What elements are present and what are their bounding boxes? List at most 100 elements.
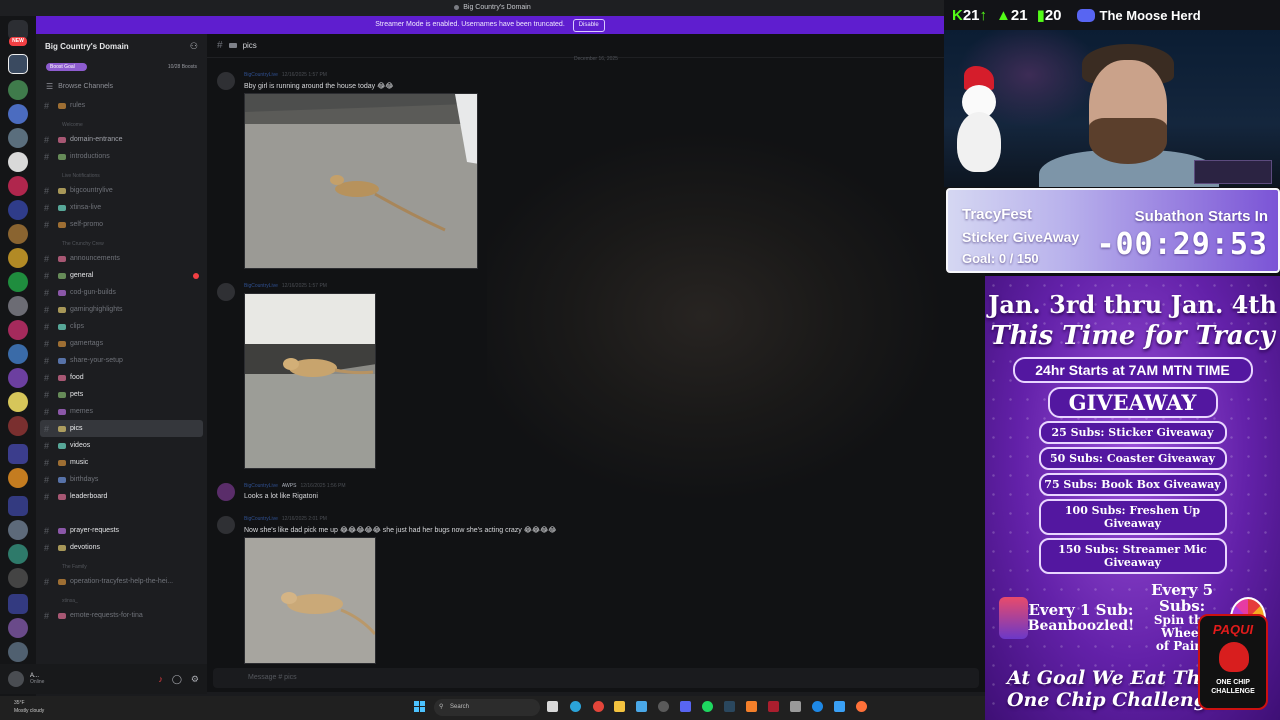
channel-item[interactable]: # xtinsa-live [36, 199, 207, 216]
server-icon[interactable] [8, 176, 28, 196]
server-icon[interactable] [8, 272, 28, 292]
weather-desc: Mostly cloudy [14, 708, 45, 714]
avatar[interactable] [217, 516, 235, 534]
start-windows-icon[interactable] [414, 701, 426, 713]
channel-category[interactable]: xtinsa_ [36, 595, 207, 607]
list-icon: ☰ [46, 82, 54, 91]
message-author[interactable]: BigCountryLive [244, 483, 278, 489]
channel-item[interactable]: # rules [36, 97, 207, 114]
channel-item[interactable]: # clips [36, 318, 207, 335]
weather-widget[interactable]: 35°F Mostly cloudy [14, 699, 44, 715]
channel-item[interactable]: # devotions [36, 539, 207, 556]
channel-item[interactable]: # memes [36, 403, 207, 420]
channel-category[interactable]: Welcome [36, 119, 207, 131]
channel-item[interactable]: # pics [40, 420, 203, 437]
server-icon[interactable] [8, 224, 28, 244]
channel-label: pets [70, 391, 84, 398]
message-author[interactable]: BigCountryLive [244, 516, 278, 522]
channel-category[interactable]: The Crunchy Crew [36, 238, 207, 250]
server-header[interactable]: Big Country's Domain ⚇ [36, 34, 207, 58]
message-author[interactable]: BigCountryLive [244, 72, 278, 78]
user-avatar[interactable] [8, 671, 24, 687]
server-icon[interactable] [8, 152, 28, 172]
boost-goal-row[interactable]: Boost Goal 10/28 Boosts [36, 58, 207, 76]
browse-channels-button[interactable]: ☰ Browse Channels [36, 76, 207, 97]
channel-item[interactable]: # general [36, 267, 207, 284]
channel-item[interactable]: # share-your-setup [36, 352, 207, 369]
channel-item[interactable]: # bigcountrylive [36, 182, 207, 199]
channel-item[interactable]: # food [36, 369, 207, 386]
channel-category[interactable] [36, 510, 207, 522]
lizard-photo-2[interactable] [244, 293, 376, 469]
server-icon[interactable] [8, 344, 28, 364]
server-icon[interactable] [8, 444, 28, 464]
discord-app-icon[interactable] [680, 701, 691, 712]
channel-item[interactable]: # music [36, 454, 207, 471]
app-icon[interactable] [790, 701, 801, 712]
channel-item[interactable]: # emote-requests-for-tina [36, 607, 207, 624]
server-icon[interactable] [8, 496, 28, 516]
app-icon[interactable] [812, 701, 823, 712]
channel-item[interactable]: # operation-tracyfest-help-the-hei... [36, 573, 207, 590]
lizard-photo-3[interactable] [244, 537, 376, 664]
server-icon[interactable] [8, 594, 28, 614]
server-icon[interactable] [8, 248, 28, 268]
firefox-icon[interactable] [856, 701, 867, 712]
server-icon[interactable] [8, 416, 28, 436]
channel-item[interactable]: # self-promo [36, 216, 207, 233]
server-icon[interactable] [8, 296, 28, 316]
disable-streamer-mode-button[interactable]: Disable [572, 19, 605, 32]
server-icon[interactable] [8, 618, 28, 638]
task-view-icon[interactable] [547, 701, 558, 712]
obs-icon[interactable] [658, 701, 669, 712]
server-icon[interactable] [8, 80, 28, 100]
settings-gear-icon[interactable]: ⚙ [191, 674, 199, 685]
channel-item[interactable]: # prayer-requests [36, 522, 207, 539]
app-icon[interactable] [636, 701, 647, 712]
channel-item[interactable]: # birthdays [36, 471, 207, 488]
server-icon[interactable] [8, 392, 28, 412]
paqui-brand: PAQUI [1212, 622, 1254, 637]
giveaway-tier: 150 Subs: Streamer Mic Giveaway [1038, 538, 1227, 574]
chrome-icon[interactable] [593, 701, 604, 712]
channel-item[interactable]: # gamertags [36, 335, 207, 352]
channel-category[interactable]: The Family [36, 561, 207, 573]
server-icon[interactable] [8, 468, 28, 488]
channel-item[interactable]: # domain-entrance [36, 131, 207, 148]
avatar[interactable] [217, 483, 235, 501]
message-input[interactable]: Message # pics [213, 668, 979, 688]
channel-item[interactable]: # cod-gun-builds [36, 284, 207, 301]
channel-category[interactable]: Live Notifications [36, 170, 207, 182]
edge-icon[interactable] [570, 701, 581, 712]
spotify-icon[interactable] [702, 701, 713, 712]
server-icon[interactable] [8, 520, 28, 540]
channel-item[interactable]: # videos [36, 437, 207, 454]
app-icon[interactable] [768, 701, 779, 712]
add-member-icon[interactable]: ⚇ [190, 41, 198, 52]
taskbar-search[interactable]: ⚲ Search [434, 699, 540, 716]
server-icon[interactable] [8, 128, 28, 148]
file-explorer-icon[interactable] [614, 701, 625, 712]
server-icon[interactable] [8, 200, 28, 220]
channel-item[interactable]: # announcements [36, 250, 207, 267]
mute-mic-icon[interactable]: ♪ [158, 674, 163, 685]
app-icon[interactable] [834, 701, 845, 712]
steam-icon[interactable] [724, 701, 735, 712]
server-icon[interactable] [8, 104, 28, 124]
message-author[interactable]: BigCountryLive [244, 283, 278, 289]
app-icon[interactable] [746, 701, 757, 712]
avatar[interactable] [217, 72, 235, 90]
server-icon[interactable] [8, 568, 28, 588]
server-icon[interactable] [8, 368, 28, 388]
headset-icon[interactable]: ◯ [172, 674, 182, 685]
server-icon[interactable] [8, 544, 28, 564]
server-icon[interactable] [8, 54, 28, 74]
server-icon[interactable] [8, 320, 28, 340]
avatar[interactable] [217, 283, 235, 301]
channel-item[interactable]: # leaderboard [36, 488, 207, 505]
channel-item[interactable]: # gaminghighlights [36, 301, 207, 318]
server-icon[interactable] [8, 642, 28, 662]
channel-item[interactable]: # introductions [36, 148, 207, 165]
lizard-photo-1[interactable] [244, 93, 478, 269]
channel-item[interactable]: # pets [36, 386, 207, 403]
